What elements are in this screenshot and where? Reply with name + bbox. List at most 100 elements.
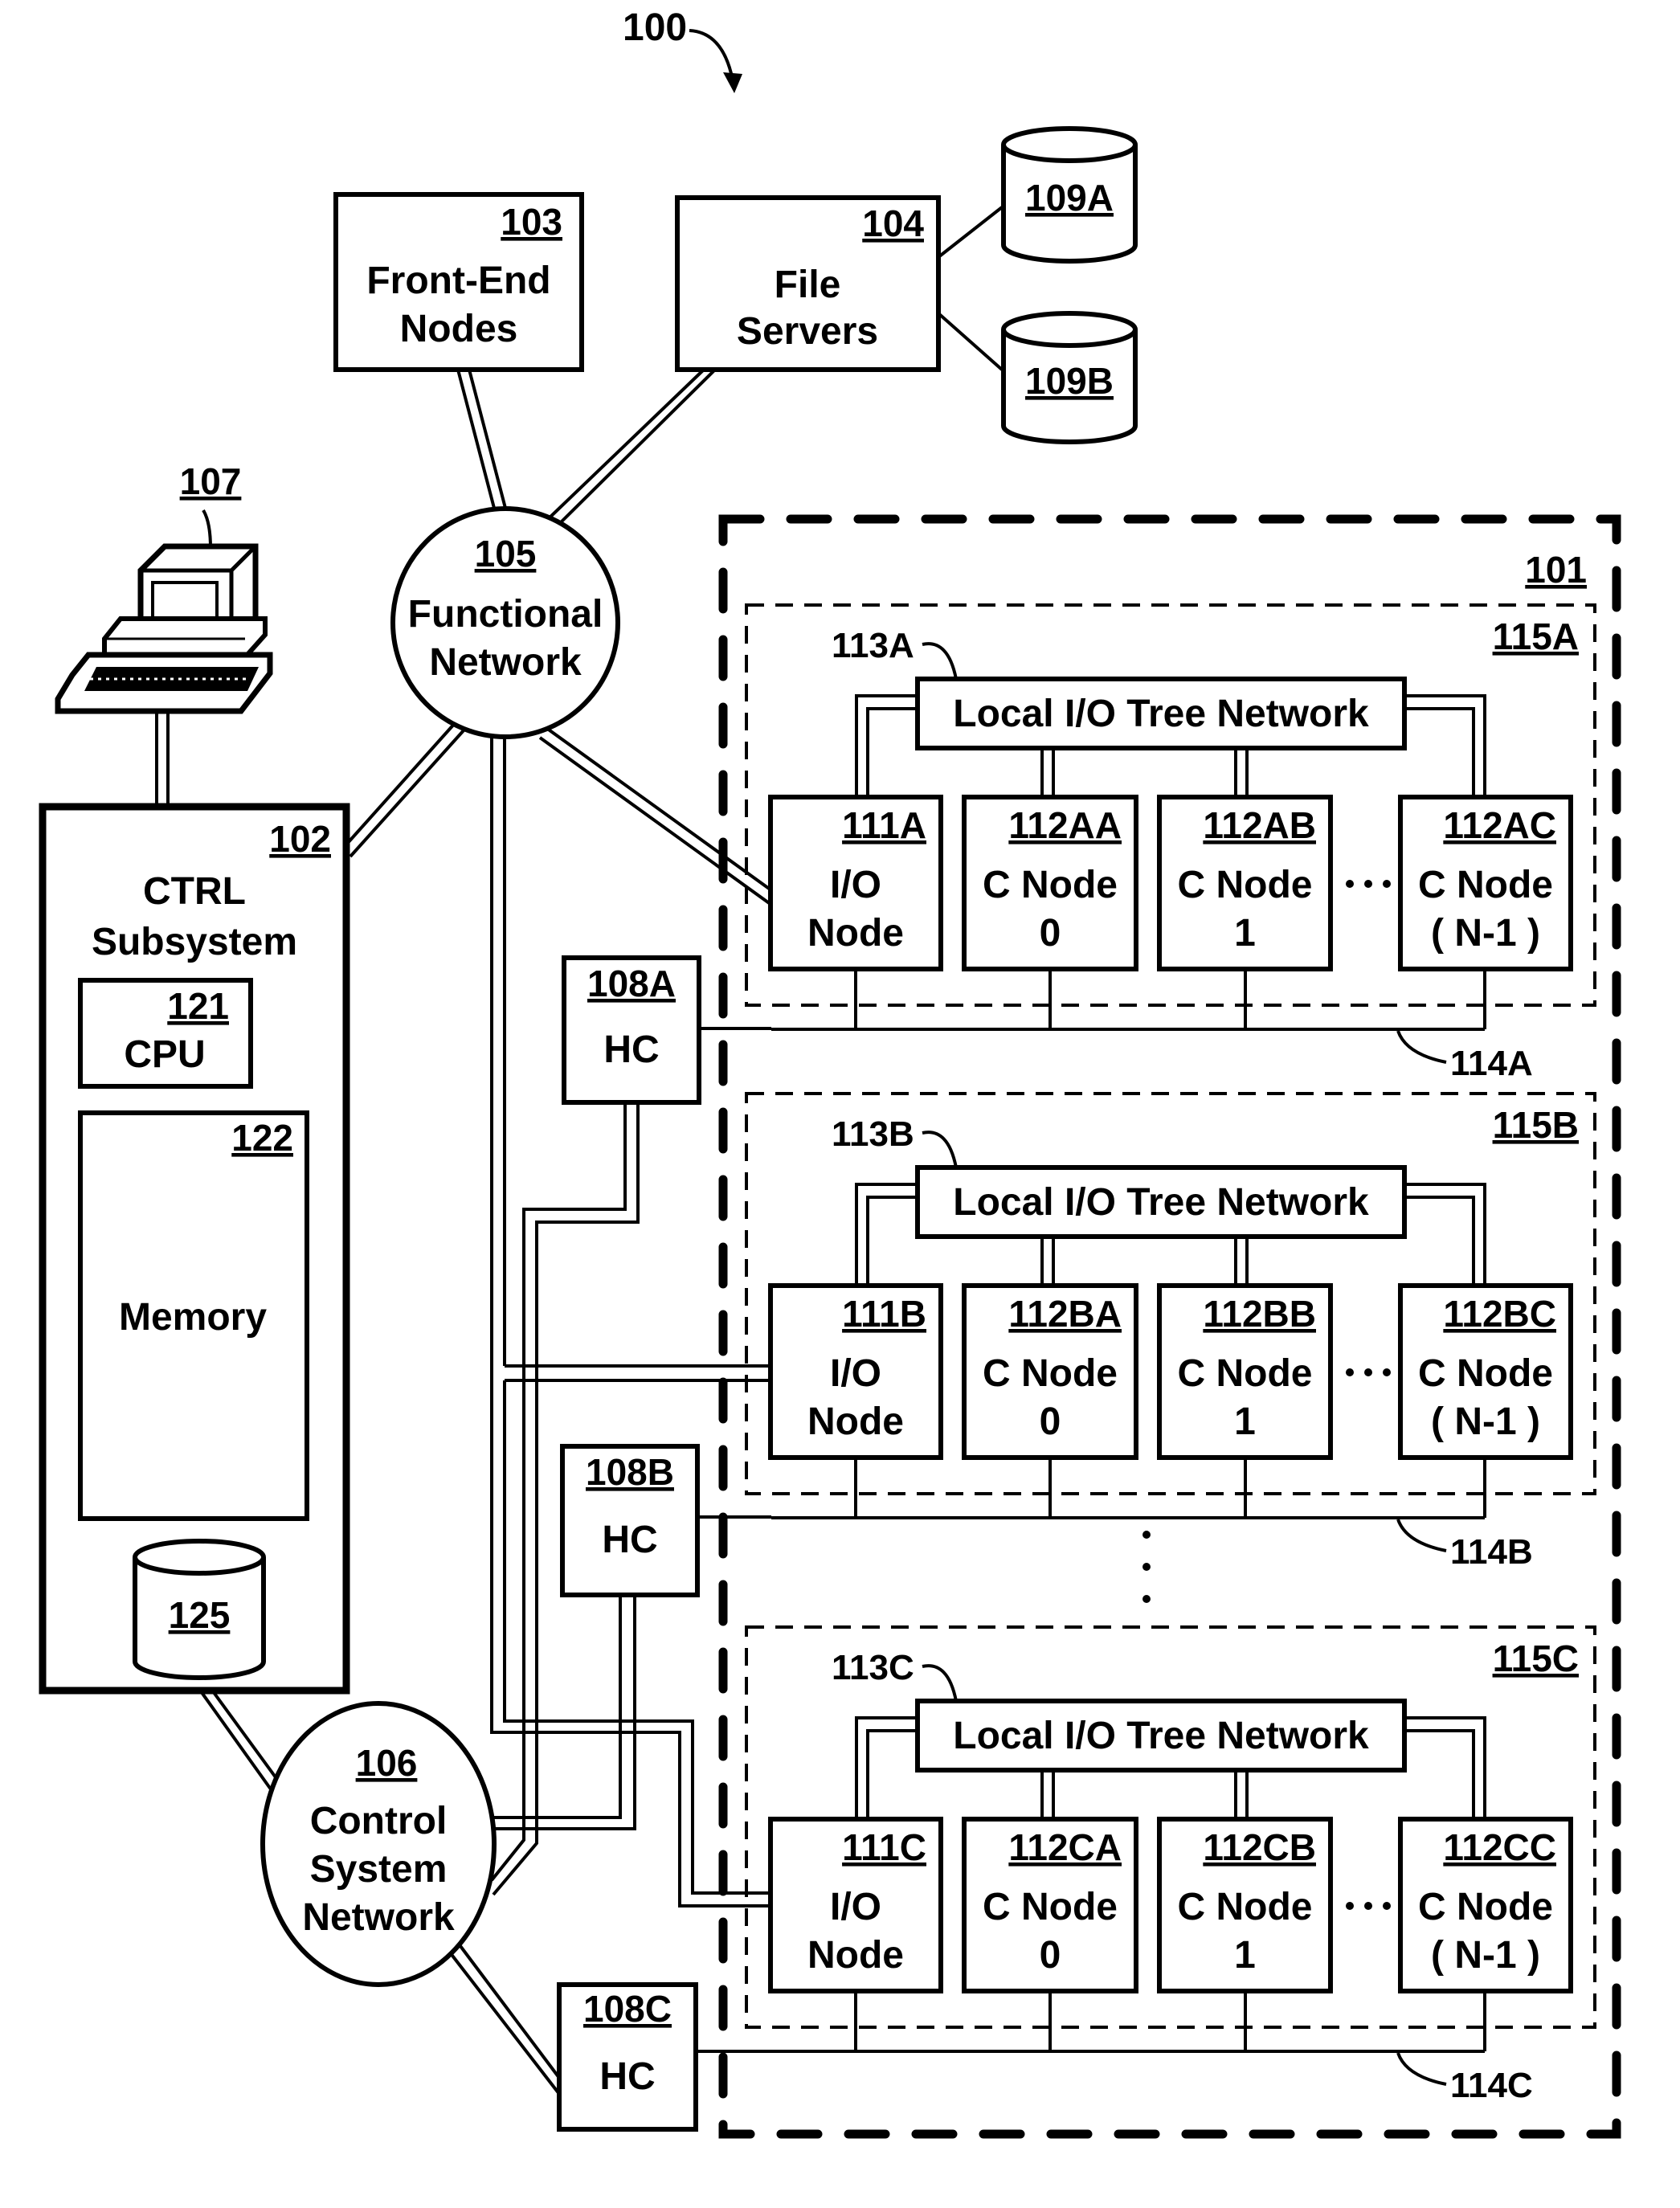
node-label-1: C Node xyxy=(1178,1352,1313,1395)
control-network-label-2: System xyxy=(310,1848,448,1891)
compute-node-112AA[interactable]: 112AA C Node 0 xyxy=(962,795,1138,971)
link-frontend-functional xyxy=(456,369,497,515)
cylinder-top xyxy=(1001,311,1138,348)
cluster-115A: 115A 113A Local I/O Tree Network 111A I/O Nod… xyxy=(745,603,1596,1083)
tree-link xyxy=(866,707,918,795)
file-servers-ref: 104 xyxy=(862,202,924,244)
cluster-115C: 115C 113C Local I/O Tree Network 111C I/O Nod… xyxy=(745,1625,1596,2105)
node-label-1: C Node xyxy=(1178,864,1313,906)
workstation-107[interactable]: 107 xyxy=(55,460,273,714)
storage-ref: 109B xyxy=(1025,360,1114,402)
link-controlnet-108C xyxy=(456,1941,561,2079)
bus-ref: 114A xyxy=(1450,1044,1533,1083)
cylinder-top xyxy=(133,1539,266,1576)
file-servers-box[interactable]: 104 File Servers xyxy=(675,195,941,372)
io-node-111C[interactable]: 111C I/O Node xyxy=(768,1817,943,1993)
node-label-2: 1 xyxy=(1234,912,1256,955)
bus-ref-leader xyxy=(1396,2052,1447,2086)
hardware-controller-108A[interactable]: 108A HC xyxy=(562,955,771,1105)
cpu-label: CPU xyxy=(124,1033,205,1076)
cpu-box[interactable]: 121 CPU xyxy=(78,978,253,1089)
ctrl-subsystem-label-2: Subsystem xyxy=(92,921,297,963)
node-label-1: I/O xyxy=(830,1352,881,1395)
storage-ref: 109A xyxy=(1025,177,1114,219)
front-end-nodes-label-2: Nodes xyxy=(400,308,518,350)
node-label-2: Node xyxy=(807,1400,904,1443)
node-ref: 112AC xyxy=(1443,804,1556,846)
cluster-ref: 115B xyxy=(1493,1104,1579,1146)
file-servers-label-2: Servers xyxy=(737,310,878,353)
link-functional-ctrl xyxy=(345,720,458,845)
hc-ref: 108A xyxy=(587,963,676,1004)
ctrl-subsystem-ref: 102 xyxy=(269,818,331,860)
tree-link xyxy=(866,1196,918,1284)
tree-link xyxy=(866,1729,918,1818)
bus-ref: 114B xyxy=(1450,1532,1533,1572)
local-io-tree-network[interactable]: Local I/O Tree Network xyxy=(915,677,1407,750)
tree-link xyxy=(855,1183,918,1284)
compute-node-112BC[interactable]: 112BC C Node ( N-1 ) xyxy=(1398,1283,1573,1460)
compute-node-112CA[interactable]: 112CA C Node 0 xyxy=(962,1817,1138,1993)
control-network-label-3: Network xyxy=(302,1896,455,1939)
node-ellipsis-dot xyxy=(1383,1902,1391,1910)
tree-network-label: Local I/O Tree Network xyxy=(953,1181,1369,1224)
node-ref: 111B xyxy=(842,1293,926,1335)
tree-link xyxy=(1404,1196,1475,1288)
tree-link xyxy=(855,694,918,795)
control-system-network[interactable]: 106 Control System Network xyxy=(260,1701,497,1987)
link-fileservers-functional-b xyxy=(554,368,717,529)
node-label-2: Node xyxy=(807,1934,904,1977)
compute-node-112CC[interactable]: 112CC C Node ( N-1 ) xyxy=(1398,1817,1573,1993)
local-io-tree-network[interactable]: Local I/O Tree Network xyxy=(915,1165,1407,1239)
functional-network[interactable]: 105 Functional Network xyxy=(390,506,620,739)
tree-ref: 113B xyxy=(832,1114,914,1154)
hardware-controller-108C[interactable]: 108C HC xyxy=(557,1982,771,2132)
storage-109A[interactable]: 109A xyxy=(1001,126,1138,264)
node-label-1: C Node xyxy=(1418,864,1553,906)
workstation-leader xyxy=(202,509,212,549)
local-io-tree-network[interactable]: Local I/O Tree Network xyxy=(915,1699,1407,1773)
tree-ref: 113A xyxy=(832,626,914,665)
node-label-2: Node xyxy=(807,912,904,955)
bus-ref-leader xyxy=(1396,1519,1447,1552)
compute-node-112AC[interactable]: 112AC C Node ( N-1 ) xyxy=(1398,795,1573,971)
node-label-1: C Node xyxy=(983,864,1118,906)
tree-ref-leader xyxy=(922,1664,958,1702)
hardware-controller-108B[interactable]: 108B HC xyxy=(560,1444,771,1597)
system-diagram: 100 103 Front-End Nodes 104 File Servers… xyxy=(39,6,1621,2139)
node-ellipsis-dot xyxy=(1383,1368,1391,1376)
compute-node-112BA[interactable]: 112BA C Node 0 xyxy=(962,1283,1138,1460)
memory-label: Memory xyxy=(119,1296,267,1339)
node-ref: 112BC xyxy=(1443,1293,1556,1335)
io-node-111A[interactable]: 111A I/O Node xyxy=(768,795,943,971)
disk-125[interactable]: 125 xyxy=(133,1539,266,1680)
tree-link xyxy=(855,1716,918,1818)
link-controlnet-108C-b xyxy=(448,1951,561,2096)
node-ellipsis-dot xyxy=(1364,1902,1372,1910)
figure-ref-label: 100 xyxy=(623,6,687,49)
compute-node-112AB[interactable]: 112AB C Node 1 xyxy=(1157,795,1333,971)
link-fileservers-109A xyxy=(937,206,1004,259)
compute-node-112BB[interactable]: 112BB C Node 1 xyxy=(1157,1283,1333,1460)
link-controlnet-108B-b xyxy=(492,1595,636,1830)
node-label-2: 0 xyxy=(1040,912,1061,955)
node-ellipsis-dot xyxy=(1346,880,1354,888)
tree-ref: 113C xyxy=(832,1648,914,1687)
io-node-111B[interactable]: 111B I/O Node xyxy=(768,1283,943,1460)
ellipsis-dot xyxy=(1142,1531,1151,1539)
front-end-nodes-box[interactable]: 103 Front-End Nodes xyxy=(333,192,584,372)
link-fileservers-functional xyxy=(545,368,705,522)
memory-box[interactable]: 122 Memory xyxy=(78,1110,309,1521)
node-label-1: C Node xyxy=(1418,1886,1553,1928)
link-controlnet-108B xyxy=(492,1595,622,1819)
node-ref: 112CB xyxy=(1203,1826,1316,1868)
link-frontend-functional-b xyxy=(468,369,509,515)
node-ellipsis-dot xyxy=(1383,880,1391,888)
cpu-ref: 121 xyxy=(167,985,229,1027)
storage-109B[interactable]: 109B xyxy=(1001,311,1138,444)
figure-ref-100: 100 xyxy=(623,6,742,93)
ctrl-subsystem[interactable]: 102 CTRL Subsystem 121 CPU 122 Memory 12… xyxy=(39,803,350,1695)
hc-ref: 108B xyxy=(586,1451,674,1493)
node-label-1: C Node xyxy=(1418,1352,1553,1395)
compute-node-112CB[interactable]: 112CB C Node 1 xyxy=(1157,1817,1333,1993)
